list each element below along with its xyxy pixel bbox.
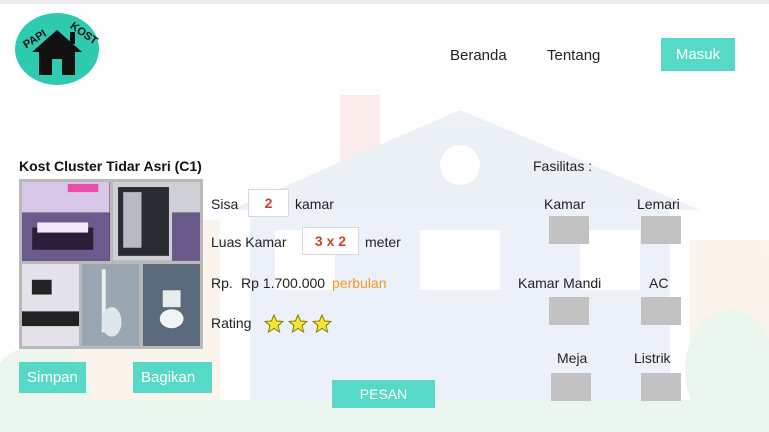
nav-tentang[interactable]: Tentang	[547, 47, 600, 64]
star-icon	[312, 314, 332, 334]
papi-kost-logo[interactable]: PAPI KOST	[14, 12, 100, 86]
luas-kamar-value: 3 x 2	[302, 227, 359, 255]
facility-indicator-lemari	[641, 216, 681, 244]
facility-label-meja: Meja	[557, 350, 588, 366]
facility-indicator-meja	[551, 373, 591, 401]
facility-indicator-ac	[641, 297, 681, 325]
price-prefix: Rp.	[211, 275, 233, 291]
facility-label-kamar-mandi: Kamar Mandi	[518, 275, 602, 291]
star-icon	[288, 314, 308, 334]
photo-wardrobe	[112, 182, 200, 261]
order-button[interactable]: PESAN	[332, 380, 435, 408]
photo-row-bottom	[22, 263, 200, 346]
photo-bathroom-shower	[82, 263, 140, 346]
price-period: perbulan	[332, 275, 387, 291]
login-button[interactable]: Masuk	[661, 38, 735, 71]
sisa-value: 2	[248, 189, 289, 217]
sisa-label: Sisa	[211, 196, 239, 212]
facility-label-lemari: Lemari	[637, 196, 680, 212]
share-button[interactable]: Bagikan	[133, 362, 212, 393]
facility-label-kamar: Kamar	[544, 196, 586, 212]
price-value: Rp 1.700.000	[241, 275, 326, 291]
listing-title: Kost Cluster Tidar Asri (C1)	[19, 158, 202, 174]
luas-kamar-label: Luas Kamar	[211, 234, 287, 250]
photo-bedroom	[22, 182, 110, 261]
sisa-unit: kamar	[295, 196, 334, 212]
photo-bathroom-toilet	[142, 263, 200, 346]
facility-label-listrik: Listrik	[634, 350, 671, 366]
facility-indicator-kamar	[549, 216, 589, 244]
star-icon	[264, 314, 284, 334]
facilities-title: Fasilitas :	[533, 158, 593, 174]
rating-label: Rating	[211, 315, 252, 331]
facility-label-ac: AC	[649, 275, 669, 291]
top-border	[0, 0, 769, 4]
photo-tv-desk	[22, 263, 80, 346]
save-button[interactable]: Simpan	[19, 362, 86, 393]
nav-beranda[interactable]: Beranda	[450, 47, 507, 64]
luas-kamar-unit: meter	[365, 234, 401, 250]
facility-indicator-kamar-mandi	[549, 297, 589, 325]
room-photo-gallery[interactable]	[19, 179, 203, 349]
facility-indicator-listrik	[641, 373, 681, 401]
